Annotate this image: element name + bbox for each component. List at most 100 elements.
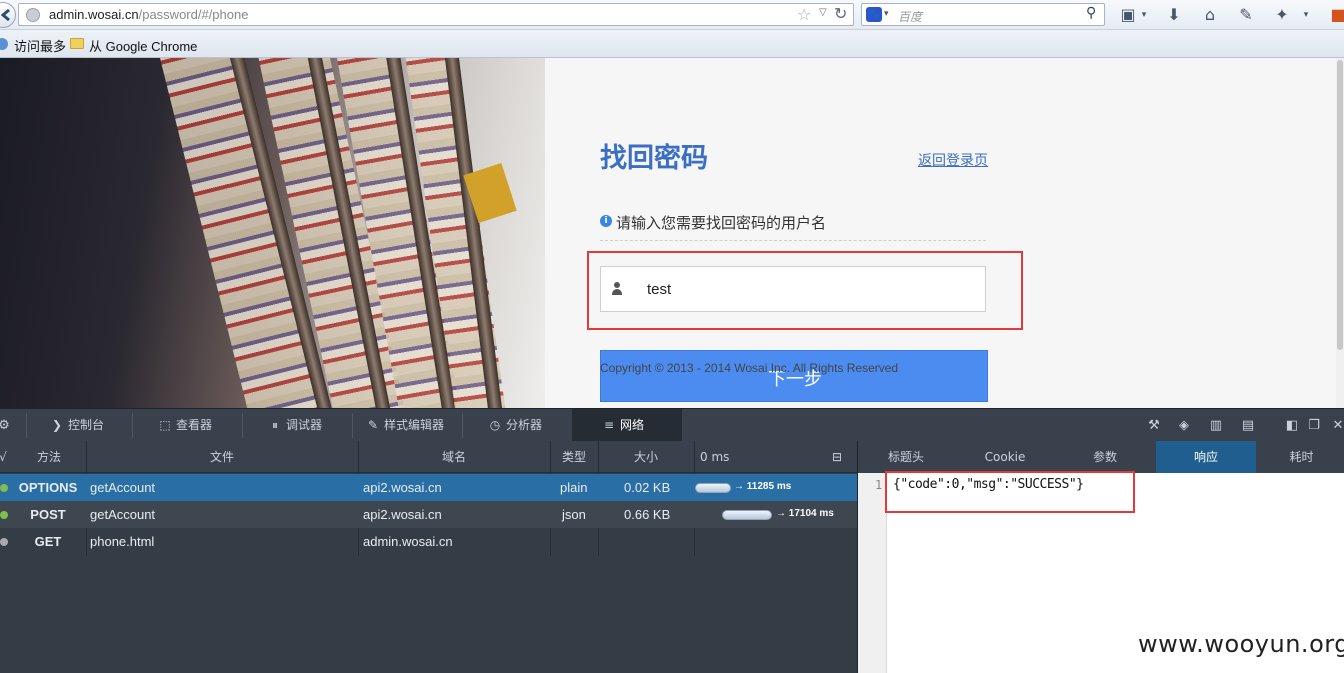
folder-icon [70, 38, 84, 49]
bookmark-star-icon[interactable]: ☆ [797, 5, 811, 24]
status-dot-icon [0, 538, 8, 546]
tab-label: 样式编辑器 [384, 418, 445, 432]
row-domain: api2.wosai.cn [363, 507, 442, 522]
row-domain: admin.wosai.cn [363, 534, 453, 549]
settings-icon[interactable]: ⚙ [0, 418, 12, 434]
col-method[interactable]: 方法 [12, 441, 86, 473]
scratchpad-icon[interactable]: ▤ [1240, 418, 1256, 434]
profiler-icon: ◷ [489, 418, 501, 432]
back-button[interactable] [0, 2, 16, 28]
tab-headers[interactable]: 标题头 [858, 441, 954, 473]
paintbrush-icon[interactable]: ⚒ [1146, 418, 1162, 434]
col-domain[interactable]: 域名 [358, 441, 550, 473]
network-panel: √ 方法 文件 域名 类型 大小 0 ms ⊟ OPTIONS getAccou… [0, 441, 857, 673]
search-engine-icon[interactable]: 🐾 [866, 7, 882, 22]
row-domain: api2.wosai.cn [363, 480, 442, 495]
chevron-down-icon[interactable]: ▽ [819, 7, 827, 18]
col-timeline[interactable]: 0 ms [700, 441, 740, 473]
tab-cookie[interactable]: Cookie [956, 441, 1054, 473]
dock-side-icon[interactable]: ◧ [1284, 418, 1300, 434]
col-file[interactable]: 文件 [86, 441, 358, 473]
tab-debugger[interactable]: ⏸ 调试器 [242, 409, 352, 442]
waterfall-bar [722, 510, 772, 520]
row-size: 0.66 KB [624, 507, 671, 522]
row-file: getAccount [90, 507, 156, 522]
url-text: admin.wosai.cn/password/#/phone [49, 7, 248, 22]
table-row[interactable]: POST getAccount api2.wosai.cn json 0.66 … [0, 501, 857, 528]
back-arrow-icon [1, 9, 10, 21]
tab-inspector[interactable]: ⬚ 查看器 [132, 409, 242, 442]
chevron-down-icon[interactable]: ▾ [1296, 5, 1316, 25]
screenshot-icon[interactable]: ✎ [1236, 5, 1256, 25]
row-file: getAccount [90, 480, 156, 495]
collapse-sidebar-icon[interactable]: ⊟ [828, 441, 846, 473]
back-to-login-link[interactable]: 返回登录页 [918, 150, 988, 170]
username-hint: 请输入您需要找回密码的用户名 [616, 214, 827, 232]
table-row[interactable]: GET phone.html admin.wosai.cn [0, 528, 857, 555]
line-gutter [858, 473, 887, 673]
3d-view-icon[interactable]: ◈ [1176, 418, 1192, 434]
download-icon[interactable]: ⬇ [1164, 5, 1184, 25]
tab-response[interactable]: 响应 [1156, 441, 1256, 473]
addon-icon[interactable]: ✦ [1272, 5, 1292, 25]
menu-icon[interactable]: ■ [1328, 5, 1344, 25]
web-page: 找回密码 返回登录页 i 请输入您需要找回密码的用户名 test 下一步 Cop… [0, 58, 1344, 408]
search-placeholder: 百度 [898, 10, 923, 24]
tab-network[interactable]: ≡ 网络 [572, 409, 682, 442]
bookmark-from-chrome[interactable]: 从 Google Chrome [89, 36, 197, 55]
undock-icon[interactable]: ❐ [1306, 418, 1322, 434]
tab-label: 网络 [620, 418, 645, 432]
waterfall-bar [695, 483, 731, 493]
search-box[interactable]: 🐾 ▾ 百度 ⚲ [861, 3, 1105, 26]
reload-icon[interactable]: ↻ [834, 4, 847, 23]
bookmark-most-visited[interactable]: 访问最多 [14, 36, 66, 55]
row-method: POST [30, 507, 66, 522]
most-visited-icon [0, 38, 8, 50]
inspector-icon: ⬚ [159, 418, 171, 432]
network-icon: ≡ [603, 418, 615, 432]
search-icon[interactable]: ⚲ [1086, 5, 1096, 21]
home-icon[interactable]: ⌂ [1200, 5, 1220, 25]
col-status[interactable]: √ [0, 441, 10, 473]
tab-label: 调试器 [286, 418, 323, 432]
network-header: √ 方法 文件 域名 类型 大小 0 ms ⊟ [0, 441, 857, 473]
tab-params[interactable]: 参数 [1056, 441, 1154, 473]
page-title: 找回密码 [600, 143, 708, 174]
col-type[interactable]: 类型 [550, 441, 598, 473]
url-host: admin.wosai.cn [49, 7, 139, 22]
info-icon: i [600, 215, 612, 227]
debugger-icon: ⏸ [271, 418, 278, 432]
row-time: → 11285 ms [734, 481, 792, 492]
details-tabs: 标题头 Cookie 参数 响应 耗时 [858, 441, 1344, 473]
row-file: phone.html [90, 534, 155, 549]
col-size[interactable]: 大小 [598, 441, 694, 473]
browser-toolbar: admin.wosai.cn/password/#/phone ☆ ▽ ↻ 🐾 … [0, 0, 1344, 30]
status-dot-icon [0, 511, 8, 519]
tab-label: 控制台 [68, 418, 105, 432]
table-row[interactable]: OPTIONS getAccount api2.wosai.cn plain 0… [0, 474, 857, 501]
row-method: OPTIONS [18, 480, 78, 495]
close-icon[interactable]: ✕ [1330, 418, 1344, 434]
tab-timings[interactable]: 耗时 [1258, 441, 1344, 473]
devtools-toolbar: ⚙ ❯ 控制台 ⬚ 查看器 ⏸ 调试器 ✎ 样式编辑器 ◷ 分析器 ≡ 网络 ⚒ ◈ ▥ ▤… [0, 408, 1344, 442]
row-type: json [562, 507, 586, 522]
status-dot-icon [0, 484, 8, 492]
row-size: 0.02 KB [624, 480, 671, 495]
copyright-text: Copyright © 2013 - 2014 Wosai Inc. All R… [600, 361, 899, 375]
tab-profiler[interactable]: ◷ 分析器 [462, 409, 572, 442]
bookmarks-bar: 访问最多 从 Google Chrome [0, 30, 1344, 58]
highlight-box [885, 471, 1135, 513]
address-bar[interactable]: admin.wosai.cn/password/#/phone ☆ ▽ ↻ [18, 3, 854, 26]
watermark: www.wooyun.org [1138, 630, 1344, 658]
terminal-icon: ❯ [51, 418, 63, 432]
line-number: 1 [875, 478, 883, 492]
page-scrollbar[interactable] [1336, 58, 1344, 408]
next-step-button[interactable]: 下一步 [600, 350, 988, 402]
chevron-down-icon[interactable]: ▾ [1134, 5, 1154, 25]
engine-dropdown-icon[interactable]: ▾ [884, 9, 889, 19]
tab-console[interactable]: ❯ 控制台 [26, 409, 132, 442]
divider [600, 240, 986, 241]
responsive-icon[interactable]: ▥ [1208, 418, 1224, 434]
style-editor-icon: ✎ [367, 418, 379, 432]
tab-style-editor[interactable]: ✎ 样式编辑器 [352, 409, 462, 442]
